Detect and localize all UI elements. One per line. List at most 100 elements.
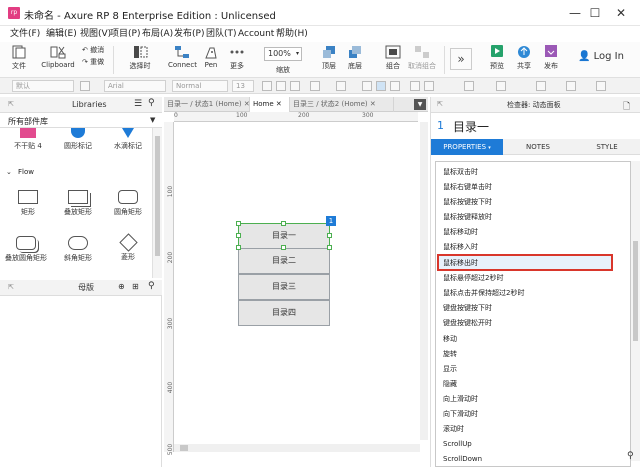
event-item[interactable]: ScrollUp	[443, 438, 472, 450]
stacked-rectangle-widget[interactable]: 叠放矩形	[56, 190, 100, 217]
undo-button[interactable]: ↶ 撤消	[82, 45, 104, 55]
pen-button[interactable]: Pen	[200, 42, 222, 78]
sticky-note-widget[interactable]: 不干贴 4	[6, 128, 50, 151]
stacked-rounded-rectangle-widget[interactable]: 叠放圆角矩形	[0, 236, 52, 263]
circle-marker-widget[interactable]: 圆形标记	[56, 128, 100, 151]
close-button[interactable]: ✕	[606, 3, 636, 23]
event-item[interactable]: 鼠标双击时	[443, 166, 478, 178]
preview-button[interactable]: 预览	[486, 42, 508, 78]
collapse-icon[interactable]: ⇱	[8, 100, 14, 108]
event-item[interactable]: 鼠标移入时	[443, 241, 478, 253]
event-item[interactable]: 鼠标右键单击时	[443, 181, 492, 193]
close-icon[interactable]: ✕	[276, 100, 282, 108]
menu-edit[interactable]: 编辑(E)	[46, 27, 77, 41]
event-item[interactable]: 鼠标按键释放时	[443, 211, 492, 223]
font-select[interactable]: Arial	[104, 80, 166, 92]
rectangle-widget[interactable]: 矩形	[6, 190, 50, 217]
diamond-widget[interactable]: 菱形	[106, 233, 150, 262]
connect-button[interactable]: Connect	[168, 42, 197, 78]
library-dropdown[interactable]: 所有部件库 ▼	[0, 114, 162, 128]
event-item[interactable]: 滚动时	[443, 423, 464, 435]
expand-toolbar-button[interactable]: »	[450, 48, 472, 70]
ungroup-button[interactable]: 取消组合	[406, 42, 438, 78]
event-item[interactable]: ScrollDown	[443, 453, 482, 465]
page-icon[interactable]: 🗋	[623, 99, 630, 115]
tab-home[interactable]: Home ✕	[250, 97, 290, 112]
close-icon[interactable]: ✕	[244, 100, 249, 108]
add-master-icon[interactable]: ⊕	[118, 282, 125, 291]
resize-handle[interactable]	[327, 233, 332, 238]
more-button[interactable]: 更多	[226, 42, 248, 78]
menu-file[interactable]: 文件(F)	[10, 27, 40, 41]
font-size-select[interactable]: 13	[232, 80, 254, 92]
libraries-scrollbar[interactable]	[152, 128, 162, 278]
event-item[interactable]: 移动	[443, 333, 457, 345]
style-select[interactable]: 默认	[12, 80, 74, 92]
group-button[interactable]: 组合	[382, 42, 404, 78]
widget-name-field[interactable]: 目录一	[453, 118, 489, 135]
menu-help[interactable]: 帮助(H)	[276, 27, 308, 41]
menu-team[interactable]: 团队(T)	[206, 27, 237, 41]
line-style-icon[interactable]	[536, 81, 546, 91]
select-button[interactable]: 选择时	[122, 42, 158, 78]
align-middle-icon[interactable]	[424, 81, 434, 91]
arrow-style-icon[interactable]	[596, 81, 606, 91]
resize-handle[interactable]	[327, 245, 332, 250]
bold-icon[interactable]	[262, 81, 272, 91]
underline-icon[interactable]	[290, 81, 300, 91]
scrollbar-thumb[interactable]	[180, 445, 188, 451]
close-icon[interactable]: ✕	[370, 100, 376, 108]
event-item[interactable]: 显示	[443, 363, 457, 375]
event-item[interactable]: 键盘按键按下时	[443, 302, 492, 314]
tab-style[interactable]: STYLE	[573, 139, 640, 155]
menu-project[interactable]: 项目(P)	[110, 27, 140, 41]
resize-handle[interactable]	[281, 221, 286, 226]
border-color-icon[interactable]	[496, 81, 506, 91]
menu-publish[interactable]: 发布(P)	[174, 27, 204, 41]
search-icon[interactable]: ⚲	[148, 281, 155, 291]
clipboard-button[interactable]: Clipboard	[40, 42, 76, 78]
event-item[interactable]: 隐藏	[443, 378, 457, 390]
event-item[interactable]: 向下滑动时	[443, 408, 478, 420]
share-button[interactable]: 共享	[512, 42, 536, 78]
bring-to-top-button[interactable]: 顶层	[318, 42, 340, 78]
file-button[interactable]: 文件	[8, 42, 30, 78]
menu-account[interactable]: Account	[238, 27, 274, 41]
add-folder-icon[interactable]: ⊞	[132, 282, 139, 291]
menu-widget-3[interactable]: 目录三	[238, 274, 330, 300]
font-color-icon[interactable]	[310, 81, 320, 91]
tab-page-1[interactable]: 目录一 / 状态1 (Home) ✕	[164, 97, 250, 112]
font-weight-select[interactable]: Normal	[172, 80, 228, 92]
menu-layout[interactable]: 布局(A)	[142, 27, 173, 41]
align-left-icon[interactable]	[362, 81, 372, 91]
resize-handle[interactable]	[281, 245, 286, 250]
align-center-icon[interactable]	[376, 81, 386, 91]
event-item[interactable]: 鼠标点击并保持超过2秒时	[443, 287, 524, 299]
menu-widget-2[interactable]: 目录二	[238, 248, 330, 274]
menu-icon[interactable]: ☰	[134, 99, 142, 109]
drop-marker-widget[interactable]: 水滴标记	[106, 128, 150, 151]
event-item[interactable]: 旋转	[443, 348, 457, 360]
event-item[interactable]: 键盘按键松开时	[443, 317, 492, 329]
tab-page-3[interactable]: 目录三 / 状态2 (Home) ✕	[290, 97, 394, 112]
event-item[interactable]: 向上滑动时	[443, 393, 478, 405]
inspector-scrollbar[interactable]	[631, 161, 640, 461]
collapse-icon[interactable]: ⇱	[8, 283, 14, 291]
menu-widget-4[interactable]: 目录四	[238, 300, 330, 326]
login-button[interactable]: 👤 Log In	[578, 51, 624, 62]
canvas-scrollbar-vertical[interactable]	[420, 122, 428, 440]
resize-handle[interactable]	[236, 245, 241, 250]
scrollbar-thumb[interactable]	[633, 241, 638, 341]
resize-handle[interactable]	[236, 233, 241, 238]
italic-icon[interactable]	[276, 81, 286, 91]
collapse-icon[interactable]: ⇱	[437, 100, 443, 108]
align-right-icon[interactable]	[390, 81, 400, 91]
flow-section-header[interactable]: ⌄ Flow	[0, 166, 152, 180]
menu-view[interactable]: 视图(V)	[80, 27, 111, 41]
line-width-icon[interactable]	[566, 81, 576, 91]
canvas-scrollbar-horizontal[interactable]	[174, 444, 420, 452]
tab-dropdown-button[interactable]: ▼	[414, 99, 426, 110]
rounded-rectangle-widget[interactable]: 圆角矩形	[106, 190, 150, 217]
bullet-list-icon[interactable]	[336, 81, 346, 91]
align-top-icon[interactable]	[410, 81, 420, 91]
